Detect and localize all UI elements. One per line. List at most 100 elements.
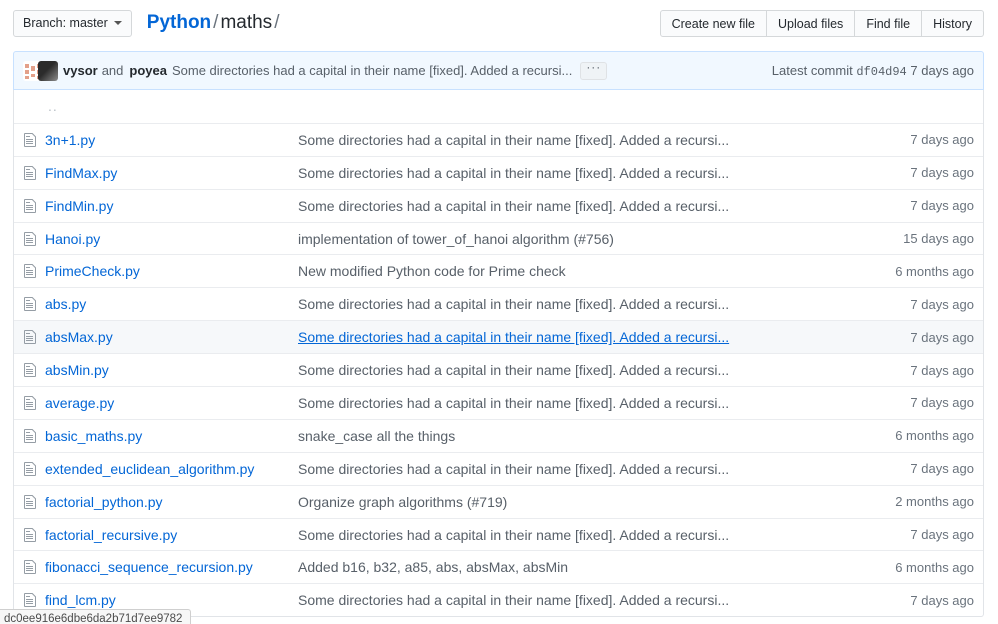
file-name-link[interactable]: absMax.py <box>45 329 113 345</box>
table-row[interactable]: FindMax.py Some directories had a capital… <box>14 156 983 189</box>
file-name-link[interactable]: PrimeCheck.py <box>45 263 140 279</box>
status-bar-url: dc0ee916e6dbe6da2b71d7ee9782 <box>0 609 191 624</box>
table-row[interactable]: absMin.py Some directories had a capital … <box>14 353 983 386</box>
breadcrumb: Python/maths/ <box>147 12 282 34</box>
commit-message-link[interactable]: Added b16, b32, a85, abs, absMax, absMin <box>298 559 568 575</box>
last-commit-age: 6 months ago <box>862 264 974 279</box>
file-name-link[interactable]: extended_euclidean_algorithm.py <box>45 461 254 477</box>
commit-message-cell: Some directories had a capital in their … <box>298 362 862 378</box>
commit-message-cell: implementation of tower_of_hanoi algorit… <box>298 231 862 247</box>
latest-commit-info: Latest commit df04d94 7 days ago <box>772 63 974 79</box>
find-file-button[interactable]: Find file <box>855 10 922 37</box>
commit-message-link[interactable]: Some directories had a capital in their … <box>298 395 729 411</box>
last-commit-age: 7 days ago <box>862 527 974 542</box>
table-row[interactable]: factorial_recursive.py Some directories h… <box>14 518 983 551</box>
table-row[interactable]: PrimeCheck.py New modified Python code fo… <box>14 254 983 287</box>
breadcrumb-repo-link[interactable]: Python <box>147 12 211 33</box>
last-commit-age: 7 days ago <box>862 395 974 410</box>
file-icon <box>23 494 45 510</box>
last-commit-age: 6 months ago <box>862 428 974 443</box>
commit-message-cell: Some directories had a capital in their … <box>298 395 862 411</box>
file-name-link[interactable]: Hanoi.py <box>45 231 100 247</box>
commit-message-cell: Some directories had a capital in their … <box>298 165 862 181</box>
expand-commit-message-button[interactable]: ··· <box>580 62 607 80</box>
commit-message-link[interactable]: New modified Python code for Prime check <box>298 263 566 279</box>
last-commit-age: 15 days ago <box>862 231 974 246</box>
last-commit-age: 7 days ago <box>862 198 974 213</box>
file-icon <box>23 592 45 608</box>
file-name-cell: absMin.py <box>45 362 298 378</box>
file-icon <box>23 263 45 279</box>
file-name-cell: basic_maths.py <box>45 428 298 444</box>
file-name-cell: factorial_recursive.py <box>45 527 298 543</box>
commit-author-primary[interactable]: vysor <box>63 63 98 78</box>
commit-message-link[interactable]: Some directories had a capital in their … <box>298 329 729 345</box>
commit-message-link[interactable]: Organize graph algorithms (#719) <box>298 494 507 510</box>
commit-message-link[interactable]: Some directories had a capital in their … <box>298 165 729 181</box>
branch-selector-button[interactable]: Branch: master <box>13 10 132 37</box>
file-actions-button-group: Create new file Upload files Find file H… <box>660 10 984 37</box>
file-name-link[interactable]: fibonacci_sequence_recursion.py <box>45 559 253 575</box>
file-icon <box>23 329 45 345</box>
commit-message-link[interactable]: implementation of tower_of_hanoi algorit… <box>298 231 614 247</box>
file-name-link[interactable]: find_lcm.py <box>45 592 116 608</box>
file-name-link[interactable]: abs.py <box>45 296 86 312</box>
last-commit-age: 7 days ago <box>862 593 974 608</box>
file-icon <box>23 296 45 312</box>
file-name-link[interactable]: 3n+1.py <box>45 132 95 148</box>
commit-message-link[interactable]: Some directories had a capital in their … <box>298 527 729 543</box>
file-icon <box>23 198 45 214</box>
file-icon <box>23 559 45 575</box>
file-name-link[interactable]: factorial_python.py <box>45 494 163 510</box>
upload-files-button[interactable]: Upload files <box>767 10 855 37</box>
table-row[interactable]: factorial_python.py Organize graph algori… <box>14 485 983 518</box>
repo-toolbar: Branch: master Python/maths/ Create new … <box>0 0 998 46</box>
commit-message-cell: snake_case all the things <box>298 428 862 444</box>
commit-message-cell: New modified Python code for Prime check <box>298 263 862 279</box>
file-name-cell: FindMin.py <box>45 198 298 214</box>
commit-message-cell: Organize graph algorithms (#719) <box>298 494 862 510</box>
last-commit-age: 2 months ago <box>862 494 974 509</box>
commit-message-link[interactable]: Some directories had a capital in their … <box>298 461 729 477</box>
file-name-cell: Hanoi.py <box>45 231 298 247</box>
file-name-cell: 3n+1.py <box>45 132 298 148</box>
history-button[interactable]: History <box>922 10 984 37</box>
file-name-link[interactable]: FindMin.py <box>45 198 113 214</box>
table-row[interactable]: abs.py Some directories had a capital in … <box>14 287 983 320</box>
last-commit-age: 7 days ago <box>862 297 974 312</box>
table-row[interactable]: basic_maths.py snake_case all the things 6… <box>14 419 983 452</box>
file-name-link[interactable]: basic_maths.py <box>45 428 142 444</box>
commit-message-link[interactable]: Some directories had a capital in their … <box>298 362 729 378</box>
commit-message-link[interactable]: snake_case all the things <box>298 428 455 444</box>
commit-message-cell: Some directories had a capital in their … <box>298 592 862 608</box>
commit-message[interactable]: Some directories had a capital in their … <box>172 63 572 78</box>
commit-message-link[interactable]: Some directories had a capital in their … <box>298 132 729 148</box>
table-row[interactable]: average.py Some directories had a capital… <box>14 386 983 419</box>
table-row[interactable]: 3n+1.py Some directories had a capital in… <box>14 123 983 156</box>
breadcrumb-current-folder: maths <box>220 12 272 33</box>
commit-message-link[interactable]: Some directories had a capital in their … <box>298 592 729 608</box>
file-name-link[interactable]: FindMax.py <box>45 165 117 181</box>
file-name-link[interactable]: average.py <box>45 395 114 411</box>
commit-message-link[interactable]: Some directories had a capital in their … <box>298 296 729 312</box>
table-row[interactable]: extended_euclidean_algorithm.py Some dire… <box>14 452 983 485</box>
parent-directory-row[interactable]: .. <box>14 90 983 123</box>
parent-directory-link[interactable]: .. <box>45 98 58 114</box>
file-name-link[interactable]: absMin.py <box>45 362 109 378</box>
table-row[interactable]: FindMin.py Some directories had a capital… <box>14 189 983 222</box>
file-icon <box>23 527 45 543</box>
file-name-link[interactable]: factorial_recursive.py <box>45 527 177 543</box>
avatar-poyea[interactable] <box>38 61 58 81</box>
last-commit-age: 7 days ago <box>862 165 974 180</box>
create-new-file-button[interactable]: Create new file <box>660 10 767 37</box>
latest-commit-age: 7 days ago <box>910 63 974 78</box>
table-row[interactable]: Hanoi.py implementation of tower_of_hanoi… <box>14 222 983 255</box>
file-icon <box>23 428 45 444</box>
last-commit-age: 7 days ago <box>862 363 974 378</box>
table-row[interactable]: fibonacci_sequence_recursion.py Added b16… <box>14 550 983 583</box>
last-commit-age: 6 months ago <box>862 560 974 575</box>
commit-message-link[interactable]: Some directories had a capital in their … <box>298 198 729 214</box>
commit-sha[interactable]: df04d94 <box>856 65 906 79</box>
commit-author-secondary[interactable]: poyea <box>129 63 167 78</box>
table-row[interactable]: absMax.py Some directories had a capital … <box>14 320 983 353</box>
